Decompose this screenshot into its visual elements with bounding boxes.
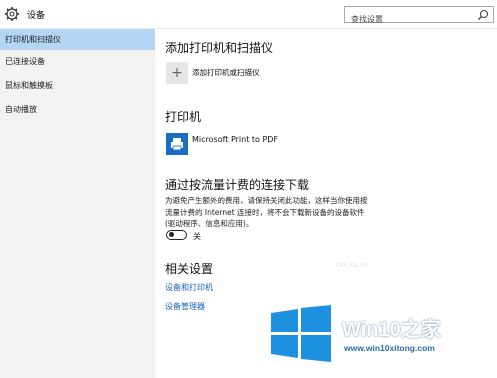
- plus-icon: +: [171, 65, 183, 81]
- heading-related-settings: 相关设置: [165, 262, 214, 276]
- sidebar: 打印机和扫描仪 已连接设备 鼠标和触摸板 自动播放: [0, 29, 155, 378]
- printer-item[interactable]: [166, 133, 188, 155]
- metered-download-toggle[interactable]: [166, 230, 187, 240]
- sidebar-item-printers-scanners[interactable]: 打印机和扫描仪: [0, 29, 155, 50]
- heading-add-printers-scanners: 添加打印机和扫描仪: [165, 41, 274, 55]
- printer-name[interactable]: Microsoft Print to PDF: [192, 135, 278, 144]
- search-icon[interactable]: [477, 9, 489, 21]
- sidebar-item-autoplay[interactable]: 自动播放: [0, 99, 155, 120]
- sidebar-item-connected-devices[interactable]: 已连接设备: [0, 51, 155, 72]
- search-input[interactable]: [345, 12, 469, 27]
- link-devices-printers[interactable]: 设备和打印机: [165, 282, 213, 293]
- faint-watermark-text: xxx.xx.xx: [335, 260, 368, 269]
- watermark-url: www.win10xitong.com: [344, 343, 435, 353]
- sidebar-item-mouse-touchpad[interactable]: 鼠标和触摸板: [0, 75, 155, 96]
- toggle-knob: [168, 232, 174, 237]
- add-printer-label[interactable]: 添加打印机或扫描仪: [192, 67, 260, 78]
- link-device-manager[interactable]: 设备管理器: [165, 301, 205, 312]
- gear-icon: [5, 7, 19, 21]
- windows-logo-icon: [271, 305, 331, 362]
- title-bar: 设备: [0, 0, 497, 29]
- printer-icon: [171, 138, 183, 151]
- add-printer-button[interactable]: +: [166, 62, 188, 84]
- metered-description: 为避免产生额外的费用，请保持关闭此功能，这样当你使用按流量计费的 Interne…: [165, 196, 368, 228]
- window-title: 设备: [27, 11, 46, 21]
- search-box[interactable]: [344, 6, 494, 27]
- heading-printers: 打印机: [165, 110, 202, 124]
- toggle-state-label: 关: [193, 232, 201, 241]
- heading-metered-download: 通过按流量计费的连接下载: [165, 178, 310, 192]
- watermark-title: Win10之家: [342, 319, 441, 341]
